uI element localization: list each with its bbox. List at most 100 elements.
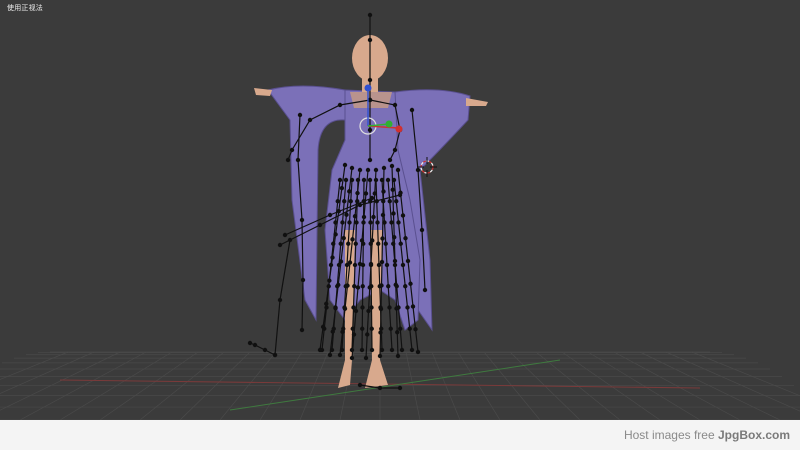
bone-joint[interactable] xyxy=(357,167,363,173)
bone-joint[interactable] xyxy=(329,347,335,353)
bone-joint[interactable] xyxy=(349,347,355,353)
bone-joint[interactable] xyxy=(392,102,398,108)
bone-joint[interactable] xyxy=(379,347,385,353)
bone-joint[interactable] xyxy=(391,177,397,183)
bone-joint[interactable] xyxy=(395,353,401,359)
bone-joint[interactable] xyxy=(333,220,338,225)
bone-joint[interactable] xyxy=(389,220,394,225)
bone-joint[interactable] xyxy=(381,165,387,171)
3d-viewport[interactable]: 使用正视法 xyxy=(0,0,800,420)
bone-joint[interactable] xyxy=(400,262,406,268)
scene-canvas[interactable] xyxy=(0,0,800,420)
bone-joint[interactable] xyxy=(339,347,345,353)
bone-joint[interactable] xyxy=(363,355,369,361)
bone-joint[interactable] xyxy=(297,112,303,118)
bone-joint[interactable] xyxy=(342,305,347,310)
bone-joint[interactable] xyxy=(389,163,395,169)
bone-joint[interactable] xyxy=(351,305,356,310)
bone-joint[interactable] xyxy=(357,382,363,388)
bone-joint[interactable] xyxy=(395,330,400,335)
bone-joint[interactable] xyxy=(355,177,361,183)
gizmo-y-handle[interactable] xyxy=(385,120,393,128)
bone-joint[interactable] xyxy=(379,177,385,183)
bone-joint[interactable] xyxy=(347,220,352,225)
bone-joint[interactable] xyxy=(382,220,387,225)
bone-joint[interactable] xyxy=(377,353,383,359)
bone-joint[interactable] xyxy=(363,191,369,196)
bone-joint[interactable] xyxy=(262,347,268,353)
bone-joint[interactable] xyxy=(405,305,410,310)
bone-joint[interactable] xyxy=(347,189,352,194)
bone-joint[interactable] xyxy=(344,212,349,217)
bone-joint[interactable] xyxy=(337,352,343,358)
bone-joint[interactable] xyxy=(387,305,392,310)
bone-joint[interactable] xyxy=(360,262,366,268)
bone-joint[interactable] xyxy=(367,97,373,103)
bone-joint[interactable] xyxy=(360,305,365,310)
bone-joint[interactable] xyxy=(343,284,348,289)
bone-joint[interactable] xyxy=(324,305,329,310)
bone-joint[interactable] xyxy=(384,262,390,268)
bone-joint[interactable] xyxy=(352,262,358,268)
bone-joint[interactable] xyxy=(365,332,370,337)
bone-joint[interactable] xyxy=(385,177,391,183)
bone-joint[interactable] xyxy=(355,199,360,204)
bone-joint[interactable] xyxy=(346,241,351,246)
bone-joint[interactable] xyxy=(295,157,301,163)
bone-joint[interactable] xyxy=(333,305,338,310)
bone-joint[interactable] xyxy=(410,304,416,309)
bone-joint[interactable] xyxy=(388,326,393,331)
bone-joint[interactable] xyxy=(341,326,346,331)
bone-joint[interactable] xyxy=(394,284,399,289)
bone-joint[interactable] xyxy=(379,259,385,265)
bone-joint[interactable] xyxy=(390,187,395,192)
bone-joint[interactable] xyxy=(369,326,374,331)
bone-joint[interactable] xyxy=(377,385,383,391)
bone-joint[interactable] xyxy=(376,262,382,268)
bone-joint[interactable] xyxy=(340,220,345,225)
bone-joint[interactable] xyxy=(400,213,406,218)
bone-joint[interactable] xyxy=(343,177,349,183)
bone-joint[interactable] xyxy=(403,284,408,289)
bone-joint[interactable] xyxy=(359,347,365,353)
bone-joint[interactable] xyxy=(342,199,347,204)
bone-joint[interactable] xyxy=(287,237,293,243)
bone-joint[interactable] xyxy=(327,212,333,218)
bone-joint[interactable] xyxy=(322,326,327,331)
bone-joint[interactable] xyxy=(415,167,421,173)
bone-joint[interactable] xyxy=(349,355,355,361)
bone-joint[interactable] xyxy=(289,147,295,153)
bone-joint[interactable] xyxy=(408,281,413,286)
bone-joint[interactable] xyxy=(361,220,366,225)
bone-joint[interactable] xyxy=(353,241,358,246)
bone-joint[interactable] xyxy=(252,342,258,348)
bone-joint[interactable] xyxy=(361,177,367,183)
bone-joint[interactable] xyxy=(373,167,379,173)
bone-joint[interactable] xyxy=(398,241,403,246)
bone-joint[interactable] xyxy=(367,37,373,43)
bone-joint[interactable] xyxy=(367,12,373,18)
bone-joint[interactable] xyxy=(399,347,405,353)
bone-joint[interactable] xyxy=(368,220,373,225)
bone-joint[interactable] xyxy=(360,326,365,331)
bone-joint[interactable] xyxy=(339,185,345,191)
bone-joint[interactable] xyxy=(369,284,374,289)
bone-joint[interactable] xyxy=(392,147,398,153)
bone-joint[interactable] xyxy=(348,199,353,204)
bone-joint[interactable] xyxy=(285,157,291,163)
bone-joint[interactable] xyxy=(365,167,371,173)
bone-joint[interactable] xyxy=(373,177,379,183)
bone-joint[interactable] xyxy=(347,260,353,265)
bone-joint[interactable] xyxy=(371,214,376,220)
bone-joint[interactable] xyxy=(397,192,403,198)
bone-joint[interactable] xyxy=(352,284,357,289)
bone-joint[interactable] xyxy=(422,287,428,293)
bone-joint[interactable] xyxy=(378,305,383,310)
bone-chain[interactable] xyxy=(274,239,291,356)
bone-joint[interactable] xyxy=(391,211,396,216)
bone-joint[interactable] xyxy=(415,349,421,355)
bone-joint[interactable] xyxy=(328,262,334,268)
bone-joint[interactable] xyxy=(403,236,408,241)
bone-joint[interactable] xyxy=(398,326,403,331)
bone-joint[interactable] xyxy=(344,262,350,268)
